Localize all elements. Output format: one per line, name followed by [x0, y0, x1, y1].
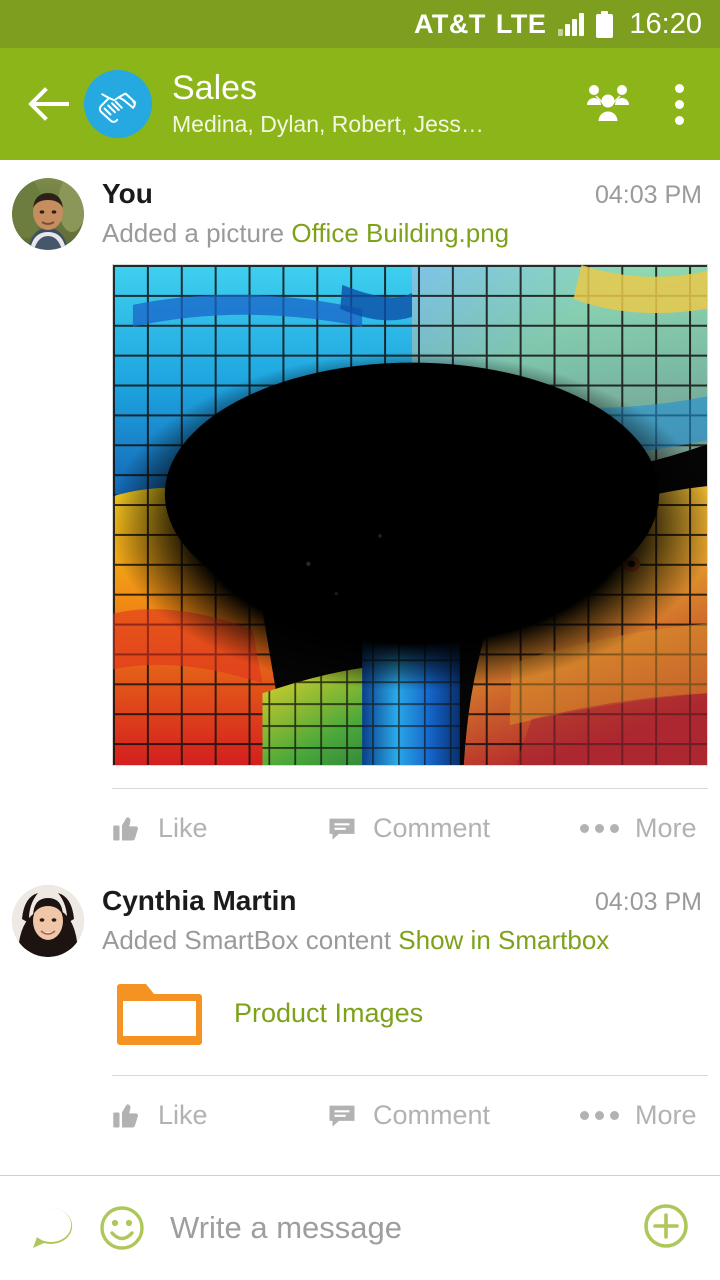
post-item: Cynthia Martin 04:03 PM Added SmartBox c…	[0, 867, 720, 1154]
status-network-type: LTE	[495, 8, 547, 39]
quick-reply-button[interactable]	[24, 1201, 78, 1255]
app-bar-actions	[580, 76, 700, 132]
emoji-button[interactable]	[96, 1202, 148, 1254]
post-meta: Cynthia Martin 04:03 PM	[102, 885, 706, 917]
comment-label: Comment	[373, 812, 491, 843]
folder-label: Product Images	[234, 997, 424, 1028]
post-smartbox-link[interactable]: Show in Smartbox	[398, 925, 609, 955]
status-clock: 16:20	[629, 7, 702, 40]
post-body: Cynthia Martin 04:03 PM Added SmartBox c…	[102, 885, 706, 956]
like-button[interactable]: Like	[112, 813, 327, 844]
comment-button[interactable]: Comment	[327, 1100, 542, 1131]
plus-circle-icon	[644, 1203, 688, 1248]
post-header: Cynthia Martin 04:03 PM Added SmartBox c…	[0, 867, 720, 957]
post-actions: Like Comment More	[112, 1076, 720, 1154]
avatar-cynthia-martin[interactable]	[12, 885, 84, 957]
like-button[interactable]: Like	[112, 1100, 327, 1131]
like-label: Like	[158, 812, 208, 843]
speech-bubble-icon	[329, 1105, 355, 1127]
thumbs-up-icon	[113, 817, 138, 841]
add-attachment-button[interactable]	[638, 1198, 694, 1259]
conversation-participants: Medina, Dylan, Robert, Jess…	[172, 111, 484, 137]
post-attachment-link[interactable]: Office Building.png	[291, 218, 509, 248]
app-screen: AT&T LTE 16:20 Sales Medina, Dylan, Robe…	[0, 0, 720, 1280]
post-description: Added SmartBox content Show in Smartbox	[102, 924, 706, 956]
more-button[interactable]: More	[542, 813, 708, 844]
signal-bars-icon	[558, 12, 585, 36]
group-avatar[interactable]	[84, 70, 152, 138]
post-author: Cynthia Martin	[102, 885, 297, 916]
members-button[interactable]	[580, 76, 636, 132]
post-description-prefix: Added SmartBox content	[102, 925, 399, 955]
post-actions: Like Comment More	[112, 789, 720, 867]
post-item: You 04:03 PM Added a picture Office Buil…	[0, 160, 720, 867]
ellipsis-icon	[580, 823, 619, 833]
smiley-icon	[100, 1206, 144, 1250]
battery-full-icon	[596, 10, 614, 38]
post-description: Added a picture Office Building.png	[102, 217, 706, 249]
avatar-photo	[12, 885, 84, 957]
chat-bubble-lines-icon	[33, 1207, 73, 1248]
back-arrow-icon	[28, 87, 69, 121]
conversation-title: Sales	[172, 69, 258, 107]
message-composer	[0, 1175, 720, 1280]
app-bar: Sales Medina, Dylan, Robert, Jess…	[0, 48, 720, 160]
comment-label: Comment	[373, 1099, 491, 1130]
more-label: More	[635, 1099, 697, 1130]
avatar-you[interactable]	[12, 178, 84, 250]
thumbs-up-icon	[113, 1104, 138, 1128]
folder-icon	[117, 984, 202, 1045]
folder-attachment[interactable]: Product Images	[112, 973, 720, 1053]
avatar-photo	[12, 178, 84, 250]
post-image-attachment[interactable]	[112, 264, 708, 766]
post-body: You 04:03 PM Added a picture Office Buil…	[102, 178, 706, 249]
post-timestamp: 04:03 PM	[594, 888, 702, 916]
status-bar: AT&T LTE 16:20	[0, 0, 720, 48]
more-label: More	[635, 812, 697, 843]
handshake-icon	[98, 92, 137, 123]
post-meta: You 04:03 PM	[102, 178, 706, 210]
overflow-menu-button[interactable]	[658, 76, 700, 132]
conversation-titles: Sales Medina, Dylan, Robert, Jess…	[172, 69, 580, 139]
more-vertical-icon	[674, 83, 684, 93]
ellipsis-icon	[580, 1110, 619, 1120]
more-button[interactable]: More	[542, 1100, 708, 1131]
stained-glass-dome-image	[113, 265, 707, 765]
post-timestamp: 04:03 PM	[594, 181, 702, 209]
people-group-icon	[587, 85, 629, 121]
post-author: You	[102, 178, 153, 209]
post-header: You 04:03 PM Added a picture Office Buil…	[0, 160, 720, 250]
like-label: Like	[158, 1099, 208, 1130]
comment-button[interactable]: Comment	[327, 813, 542, 844]
back-button[interactable]	[22, 76, 78, 132]
status-carrier: AT&T	[413, 8, 486, 39]
post-description-prefix: Added a picture	[102, 218, 292, 248]
speech-bubble-icon	[329, 818, 355, 840]
message-feed[interactable]: You 04:03 PM Added a picture Office Buil…	[0, 160, 720, 1175]
message-input[interactable]	[170, 1210, 628, 1246]
